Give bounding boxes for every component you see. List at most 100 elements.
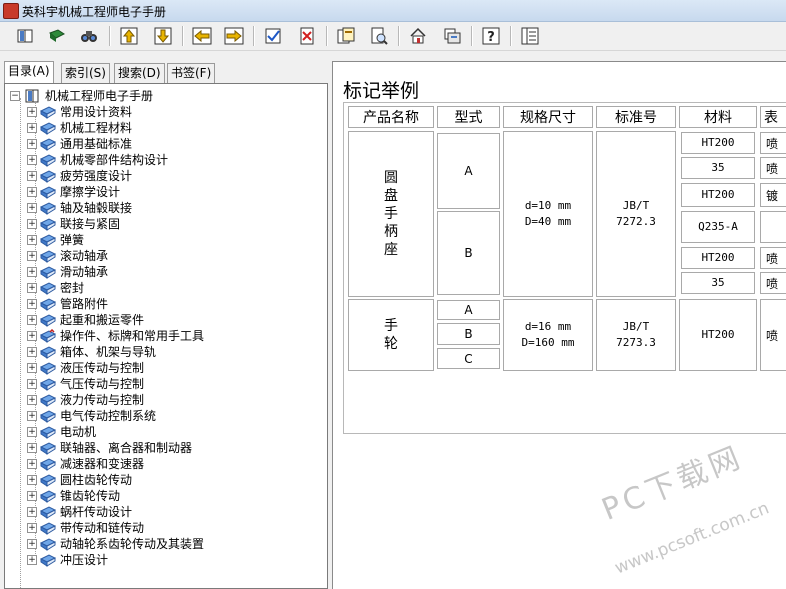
tree-item[interactable]: + 摩擦学设计 xyxy=(24,184,314,200)
expand-icon[interactable]: + xyxy=(27,507,37,517)
tree-item[interactable]: + 疲劳强度设计 xyxy=(24,168,314,184)
arrow-up-icon[interactable] xyxy=(119,26,139,46)
tree-item-label: 密封 xyxy=(60,281,85,295)
tree-item[interactable]: + 联接与紧固 xyxy=(24,216,314,232)
tab-contents[interactable]: 目录(A) xyxy=(4,61,54,83)
expand-icon[interactable]: + xyxy=(27,331,37,341)
arrow-left-icon[interactable] xyxy=(192,26,212,46)
tree-item[interactable]: + 滚动轴承 xyxy=(24,248,314,264)
expand-icon[interactable]: + xyxy=(27,139,37,149)
tree-item[interactable]: + 减速器和变速器 xyxy=(24,456,314,472)
expand-icon[interactable]: + xyxy=(27,539,37,549)
contents-tree[interactable]: − 机械工程师电子手册 + 常用设计资料 + 机械工程材料 + 通用基础标准 + 机械零部件结… xyxy=(4,83,328,589)
tree-item[interactable]: + 密封 xyxy=(24,280,314,296)
print-icon[interactable] xyxy=(442,26,462,46)
tree-item[interactable]: + 滑动轴承 xyxy=(24,264,314,280)
tree-item[interactable]: + 液力传动与控制 xyxy=(24,392,314,408)
collapse-icon[interactable]: − xyxy=(10,91,20,101)
expand-icon[interactable]: + xyxy=(27,395,37,405)
tree-item[interactable]: + 动轴轮系齿轮传动及其装置 xyxy=(24,536,314,552)
tree-item[interactable]: + 管路附件 xyxy=(24,296,314,312)
tab-search[interactable]: 搜索(D) xyxy=(114,63,165,83)
tree-item[interactable]: + 冲压设计 xyxy=(24,552,314,568)
book-closed-icon xyxy=(40,122,56,135)
tree-item-label: 滚动轴承 xyxy=(60,249,109,263)
help-icon[interactable]: ? xyxy=(481,26,501,46)
expand-icon[interactable]: + xyxy=(27,235,37,245)
tree-item[interactable]: + 弹簧 xyxy=(24,232,314,248)
expand-icon[interactable]: + xyxy=(27,379,37,389)
expand-icon[interactable]: + xyxy=(27,347,37,357)
tree-item[interactable]: + 气压传动与控制 xyxy=(24,376,314,392)
expand-icon[interactable]: + xyxy=(27,203,37,213)
expand-icon[interactable]: + xyxy=(27,107,37,117)
expand-icon[interactable]: + xyxy=(27,123,37,133)
tree-item-label: 摩擦学设计 xyxy=(60,185,121,199)
book-closed-icon xyxy=(40,266,56,279)
book-open-icon[interactable] xyxy=(15,26,35,46)
tree-item[interactable]: + 锥齿轮传动 xyxy=(24,488,314,504)
tree-guide-line xyxy=(20,98,22,588)
tree-item[interactable]: + 操作件、标牌和常用手工具 xyxy=(24,328,314,344)
expand-icon[interactable]: + xyxy=(27,171,37,181)
tree-item[interactable]: + 电动机 xyxy=(24,424,314,440)
tree-item[interactable]: + 联轴器、离合器和制动器 xyxy=(24,440,314,456)
expand-icon[interactable]: + xyxy=(27,491,37,501)
expand-icon[interactable]: + xyxy=(27,555,37,565)
home-icon[interactable] xyxy=(408,26,428,46)
close-doc-icon[interactable] xyxy=(297,26,317,46)
tree-item[interactable]: + 常用设计资料 xyxy=(24,104,314,120)
expand-icon[interactable]: + xyxy=(27,459,37,469)
check-doc-icon[interactable] xyxy=(263,26,283,46)
row1-surface-1: 喷 xyxy=(760,132,786,154)
tree-item-label: 常用设计资料 xyxy=(60,105,133,119)
book-closed-icon xyxy=(40,170,56,183)
tree-item[interactable]: + 带传动和链传动 xyxy=(24,520,314,536)
tree-item[interactable]: + 液压传动与控制 xyxy=(24,360,314,376)
expand-icon[interactable]: + xyxy=(27,475,37,485)
tree-item[interactable]: + 通用基础标准 xyxy=(24,136,314,152)
expand-icon[interactable]: + xyxy=(27,251,37,261)
toolbar-separator xyxy=(510,26,512,46)
row2-material: HT200 xyxy=(679,299,757,371)
tree-item[interactable]: + 机械工程材料 xyxy=(24,120,314,136)
arrow-right-icon[interactable] xyxy=(224,26,244,46)
book-closed-icon[interactable] xyxy=(47,26,67,46)
tab-bookmarks[interactable]: 书签(F) xyxy=(167,63,216,83)
tree-item[interactable]: + 起重和搬运零件 xyxy=(24,312,314,328)
copy-icon[interactable] xyxy=(336,26,356,46)
expand-icon[interactable]: + xyxy=(27,363,37,373)
expand-icon[interactable]: + xyxy=(27,523,37,533)
arrow-down-icon[interactable] xyxy=(153,26,173,46)
binoculars-icon[interactable] xyxy=(79,26,99,46)
expand-icon[interactable]: + xyxy=(27,299,37,309)
row2-type-b: B xyxy=(437,323,500,345)
tab-index[interactable]: 索引(S) xyxy=(61,63,110,83)
tree-item[interactable]: + 箱体、机架与导轨 xyxy=(24,344,314,360)
tree-root[interactable]: − 机械工程师电子手册 xyxy=(9,88,309,104)
tree-item[interactable]: + 圆柱齿轮传动 xyxy=(24,472,314,488)
tree-item-label: 圆柱齿轮传动 xyxy=(60,473,133,487)
row2-type-a: A xyxy=(437,300,500,320)
tree-item[interactable]: + 轴及轴毂联接 xyxy=(24,200,314,216)
expand-icon[interactable]: + xyxy=(27,443,37,453)
expand-icon[interactable]: + xyxy=(27,187,37,197)
tree-item[interactable]: + 蜗杆传动设计 xyxy=(24,504,314,520)
expand-icon[interactable]: + xyxy=(27,315,37,325)
tree-item[interactable]: + 机械零部件结构设计 xyxy=(24,152,314,168)
expand-icon[interactable]: + xyxy=(27,219,37,229)
expand-icon[interactable]: + xyxy=(27,411,37,421)
preview-icon[interactable] xyxy=(369,26,389,46)
row2-standard: JB/T 7273.3 xyxy=(596,299,676,371)
expand-icon[interactable]: + xyxy=(27,155,37,165)
book-closed-icon xyxy=(40,282,56,295)
expand-icon[interactable]: + xyxy=(27,267,37,277)
tree-item[interactable]: + 电气传动控制系统 xyxy=(24,408,314,424)
expand-icon[interactable]: + xyxy=(27,427,37,437)
tree-item-label: 联接与紧固 xyxy=(60,217,121,231)
row1-type-b: B xyxy=(437,211,500,295)
content-title: 标记举例 xyxy=(343,80,420,102)
book-closed-icon xyxy=(40,538,56,551)
panel-icon[interactable] xyxy=(520,26,540,46)
expand-icon[interactable]: + xyxy=(27,283,37,293)
